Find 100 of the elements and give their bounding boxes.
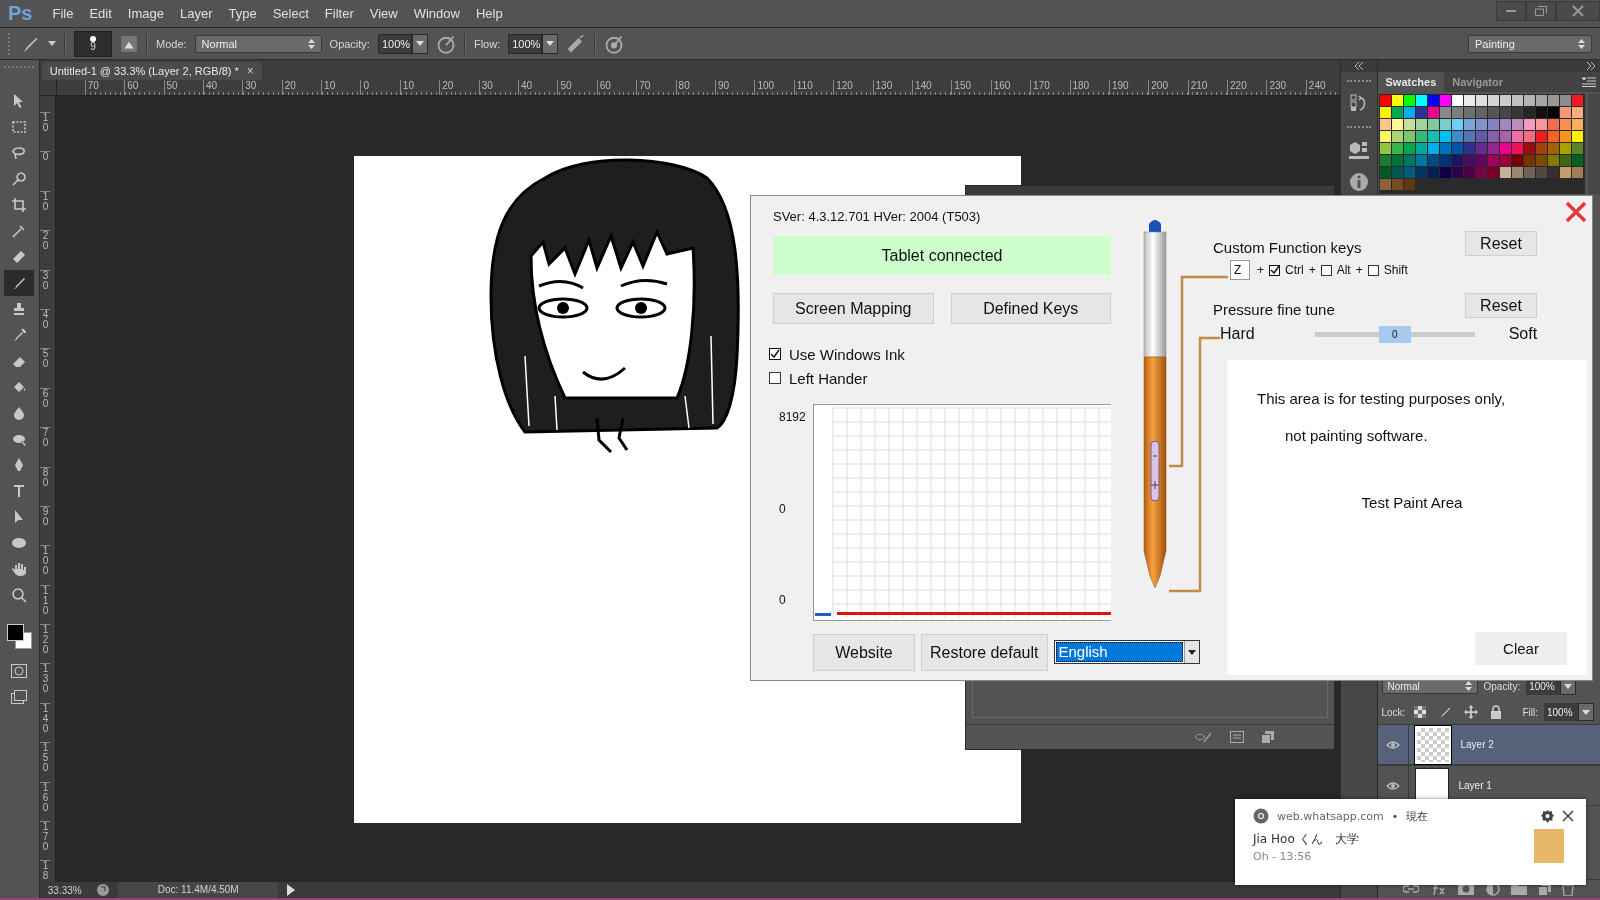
ruler-label: 70	[636, 80, 676, 95]
ruler-label: 10	[321, 80, 361, 95]
ruler-label: 20	[39, 230, 50, 270]
menu-item[interactable]: Image	[119, 6, 172, 21]
axis-label: 8192	[779, 410, 807, 424]
pressure-slider[interactable]: 0	[1314, 325, 1475, 343]
ruler-label: 70	[39, 427, 50, 467]
menu-item[interactable]: Edit	[81, 6, 120, 21]
section-title: Custom Function keys	[1213, 239, 1362, 256]
ruler-label: 40	[518, 80, 558, 95]
ruler-label: 100	[39, 545, 50, 585]
ruler-label: 90	[39, 505, 50, 546]
reset-button[interactable]: Reset	[1465, 231, 1537, 256]
ruler-label: 0	[360, 80, 400, 95]
tab-close-button[interactable]: ×	[246, 64, 254, 78]
menu-item[interactable]: File	[44, 6, 82, 21]
ruler-label: 160	[39, 781, 50, 822]
area-title: Test Paint Area	[1361, 494, 1463, 511]
ruler-label: 160	[990, 80, 1031, 95]
separator-dot: •	[1391, 809, 1399, 823]
panel-tab[interactable]: Swatches	[1377, 72, 1445, 92]
ruler-label: 130	[39, 663, 50, 703]
notification-source: web.whatsapp.com	[1277, 809, 1384, 823]
plus-sign: +	[1308, 263, 1316, 277]
zoom-level[interactable]: 33.33%	[39, 884, 88, 896]
ruler-label: 20	[281, 80, 322, 95]
opacity-label: Opacity:	[1483, 680, 1521, 692]
ruler-label: 80	[39, 466, 50, 506]
dialog-button[interactable]: Screen Mapping	[773, 293, 934, 324]
layer-name: Layer 2	[1460, 739, 1494, 750]
ruler-label: 60	[124, 80, 164, 95]
ruler-label: 170	[1030, 80, 1070, 95]
axis-label: 0	[779, 501, 787, 516]
fill-label: Fill:	[1522, 706, 1538, 718]
slider-thumb[interactable]: 0	[1378, 325, 1411, 343]
mode-dropdown[interactable]: Normal	[194, 34, 322, 53]
menu-item[interactable]: Window	[405, 6, 468, 21]
fill-field[interactable]: 100%	[1544, 703, 1578, 721]
ruler-label: 10	[39, 112, 50, 152]
ruler-label: 190	[1108, 80, 1149, 95]
workspace-dropdown[interactable]: Painting	[1468, 34, 1592, 53]
notification-message: Oh - 13:56	[1253, 850, 1313, 863]
dialog-button[interactable]: Defined Keys	[950, 293, 1111, 324]
info-text: This area is for testing purposes only,	[1257, 389, 1507, 409]
ruler-label: 150	[39, 742, 50, 782]
layer-name: Layer 1	[1458, 780, 1492, 791]
document-tab[interactable]: Untitled-1 @ 33.3% (Layer 2, RGB/8) * ×	[41, 62, 262, 80]
dialog-button[interactable]: Restore default	[921, 634, 1048, 671]
ruler-label: 180	[1069, 80, 1109, 95]
brush-preset-picker[interactable]: 9	[74, 30, 112, 57]
ruler-label: 50	[557, 80, 597, 95]
axis-label: 0	[779, 593, 787, 607]
menu-item[interactable]: Filter	[316, 6, 362, 21]
ruler-label: 200	[1148, 80, 1188, 95]
ruler-label: 60	[39, 387, 50, 428]
ruler-label: 110	[39, 584, 50, 625]
reset-button[interactable]: Reset	[1465, 293, 1537, 318]
version-text: SVer: 4.3.12.701 HVer: 2004 (T503)	[773, 209, 982, 224]
ruler-label: 10	[39, 190, 50, 231]
ruler-label: 100	[754, 80, 794, 95]
menu-item[interactable]: View	[361, 6, 406, 21]
flow-label: Flow:	[473, 37, 501, 50]
ruler-label: 0	[39, 151, 50, 191]
app-logo: Ps	[8, 2, 33, 25]
menu-item[interactable]: Help	[467, 6, 511, 21]
ruler-label: 30	[242, 80, 282, 95]
ruler-label: 140	[39, 702, 50, 743]
ruler-label: 140	[911, 80, 952, 95]
ruler-label: 30	[39, 269, 50, 309]
ruler-label: 70	[84, 80, 125, 95]
ruler-label: 130	[872, 80, 912, 95]
test-paint-area[interactable]: This area is for testing purposes only, not painting software. Test Paint Area Clear	[1227, 360, 1587, 675]
ruler-label: 220	[1227, 80, 1267, 95]
menu-item[interactable]: Select	[264, 6, 317, 21]
opacity-field[interactable]: 100%	[377, 33, 412, 54]
ruler-label: 150	[951, 80, 991, 95]
plus-sign: +	[1355, 263, 1363, 277]
menu-item[interactable]: Layer	[171, 6, 221, 21]
clear-button[interactable]: Clear	[1475, 632, 1567, 665]
ruler-label: 50	[163, 80, 203, 95]
ruler-label: 50	[39, 348, 50, 388]
ruler-label: 60	[596, 80, 637, 95]
flow-field[interactable]: 100%	[508, 33, 543, 54]
info-text: not painting software.	[1284, 426, 1429, 446]
layer-row[interactable]: Layer 2	[1377, 724, 1600, 765]
notification-card[interactable]: web.whatsapp.com • 現在 Jia Hoo くん 大学 Oh - 13:56	[1235, 799, 1586, 885]
panel-tab[interactable]: Navigator	[1444, 72, 1511, 92]
checkbox-label: Left Hander	[789, 369, 868, 387]
dialog-button[interactable]: Website	[813, 634, 915, 671]
checkbox-label: Use Windows Ink	[789, 345, 905, 363]
language-dropdown[interactable]: English	[1053, 640, 1200, 664]
opacity-label: Opacity:	[329, 37, 370, 50]
key-input-field[interactable]: Z	[1230, 260, 1250, 280]
menu-item[interactable]: Type	[220, 6, 265, 21]
slider-max-label: Soft	[1508, 325, 1538, 343]
plus-sign: +	[1257, 263, 1264, 277]
mode-label: Mode:	[156, 37, 187, 50]
slider-min-label: Hard	[1220, 325, 1255, 343]
ruler-label: 110	[793, 80, 834, 95]
notification-time: 現在	[1406, 808, 1429, 824]
